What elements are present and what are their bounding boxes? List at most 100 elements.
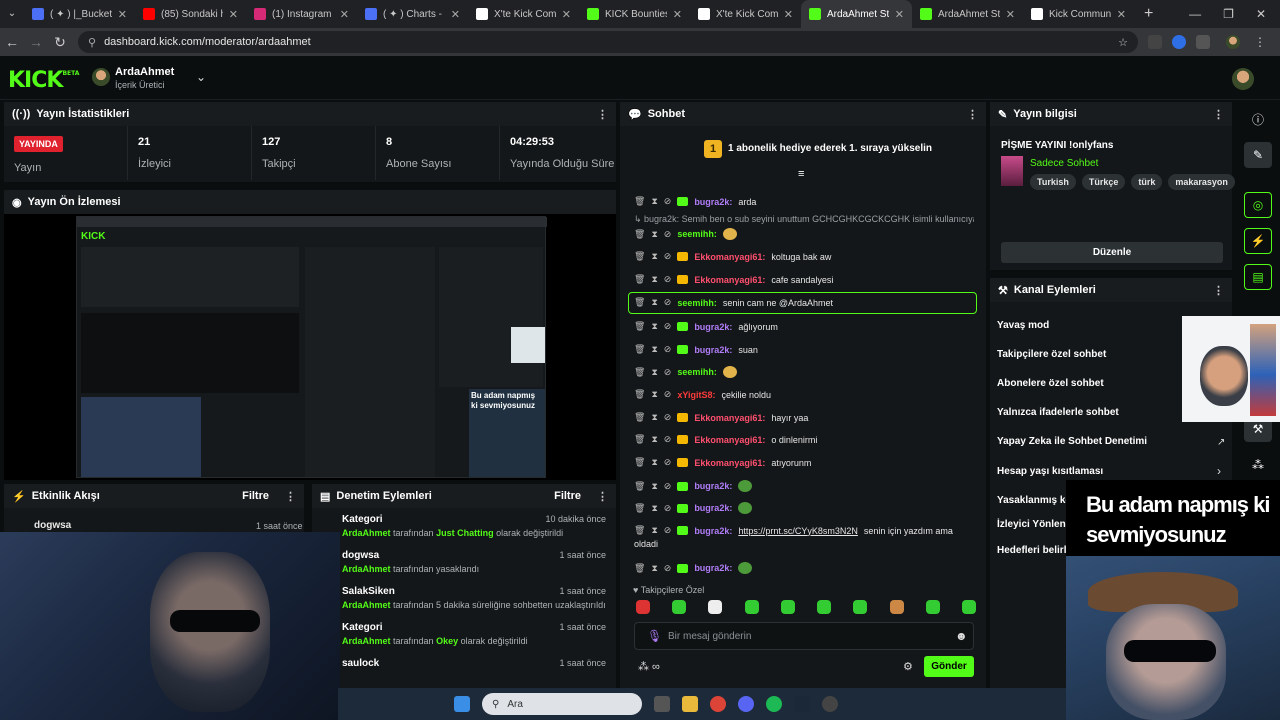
delete-message-icon[interactable]: 🗑 xyxy=(634,321,645,332)
chat-username[interactable]: bugra2k: xyxy=(694,503,732,513)
tag-chip[interactable]: türk xyxy=(1131,174,1163,190)
browser-menu-icon[interactable]: ⋮ xyxy=(1254,35,1266,49)
channel-action-item[interactable]: Hedefleri belirle xyxy=(997,545,1072,556)
user-avatar[interactable] xyxy=(1232,68,1254,90)
bookmark-star-icon[interactable]: ☆ xyxy=(1118,36,1128,49)
browser-tab[interactable]: ArdaAhmet Stream ✕ xyxy=(912,0,1023,28)
emote-button-icon[interactable] xyxy=(672,600,687,614)
timeout-icon[interactable]: ⧗ xyxy=(651,389,657,400)
tab-close-icon[interactable]: ✕ xyxy=(673,8,682,21)
timeout-icon[interactable]: ⧗ xyxy=(651,344,657,355)
tab-close-icon[interactable]: ✕ xyxy=(1006,8,1015,21)
timeout-icon[interactable]: ⧗ xyxy=(651,367,657,378)
channel-action-item[interactable]: Yalnızca ifadelerle sohbet xyxy=(997,407,1119,418)
tab-close-icon[interactable]: ✕ xyxy=(451,8,460,21)
chat-rail-icon[interactable]: ▤ xyxy=(1244,264,1272,290)
steam-icon[interactable] xyxy=(794,696,810,712)
ban-icon[interactable]: ⊘ xyxy=(664,481,672,492)
emote-button-icon[interactable] xyxy=(708,600,723,614)
timeout-icon[interactable]: ⧗ xyxy=(651,229,657,240)
tab-close-icon[interactable]: ✕ xyxy=(1117,8,1126,21)
file-explorer-icon[interactable] xyxy=(682,696,698,712)
tab-close-icon[interactable]: ✕ xyxy=(118,8,127,21)
delete-message-icon[interactable]: 🗑 xyxy=(634,196,645,207)
windows-start-icon[interactable] xyxy=(454,696,470,712)
more-options-icon[interactable]: ⋮ xyxy=(1213,108,1224,121)
extension-icon[interactable] xyxy=(1148,35,1162,49)
ban-icon[interactable]: ⊘ xyxy=(664,274,672,285)
ban-icon[interactable]: ⊘ xyxy=(664,563,672,574)
pinned-toggle-icon[interactable]: ≡ xyxy=(798,168,804,180)
browser-tab[interactable]: ( ✦ ) |_Buckethead ✕ xyxy=(24,0,135,28)
browser-tab[interactable]: ArdaAhmet Stream ✕ xyxy=(801,0,912,28)
delete-message-icon[interactable]: 🗑 xyxy=(634,503,645,514)
forward-icon[interactable]: → xyxy=(24,34,48,50)
edit-button[interactable]: Düzenle xyxy=(1001,242,1223,263)
browser-tab[interactable]: X'te Kick Commun ✕ xyxy=(468,0,579,28)
channel-action-item[interactable]: Yapay Zeka ile Sohbet Denetimi xyxy=(997,436,1147,447)
timeout-icon[interactable]: ⧗ xyxy=(651,274,657,285)
chat-tools-icon[interactable]: ⁂ ∞ xyxy=(638,660,660,673)
emote-button-icon[interactable] xyxy=(961,600,976,614)
browser-tab[interactable]: ( ✦ ) Charts - Rob ✕ xyxy=(357,0,468,28)
ban-icon[interactable]: ⊘ xyxy=(664,229,672,240)
timeout-icon[interactable]: ⧗ xyxy=(651,196,657,207)
delete-message-icon[interactable]: 🗑 xyxy=(634,367,645,378)
timeout-icon[interactable]: ⧗ xyxy=(651,457,657,468)
chat-username[interactable]: Ekkomanyagi61: xyxy=(694,275,765,285)
delete-message-icon[interactable]: 🗑 xyxy=(634,274,645,285)
tab-search-icon[interactable]: ⌄ xyxy=(0,0,24,28)
url-field[interactable]: ⚲ dashboard.kick.com/moderator/ardaahmet… xyxy=(78,31,1138,53)
tab-close-icon[interactable]: ✕ xyxy=(784,8,793,21)
delete-message-icon[interactable]: 🗑 xyxy=(634,389,645,400)
ban-icon[interactable]: ⊘ xyxy=(664,196,672,207)
chat-username[interactable]: Ekkomanyagi61: xyxy=(694,413,765,423)
ban-icon[interactable]: ⊘ xyxy=(664,434,672,445)
new-tab-icon[interactable]: + xyxy=(1134,0,1163,28)
delete-message-icon[interactable]: 🗑 xyxy=(634,412,645,423)
channel-action-item[interactable]: Hesap yaşı kısıtlaması xyxy=(997,466,1103,477)
timeout-icon[interactable]: ⧗ xyxy=(651,412,657,423)
channel-action-item[interactable]: Yavaş mod xyxy=(997,320,1049,331)
emote-button-icon[interactable] xyxy=(889,600,904,614)
tab-close-icon[interactable]: ✕ xyxy=(340,8,349,21)
ban-icon[interactable]: ⊘ xyxy=(664,525,672,536)
timeout-icon[interactable]: ⧗ xyxy=(651,297,657,308)
preview-video[interactable]: KICK Bu adam napmış ki sevmiyosunuz xyxy=(76,216,547,478)
ban-icon[interactable]: ⊘ xyxy=(664,321,672,332)
edit-layout-icon[interactable]: ✎ xyxy=(1244,142,1272,168)
delete-message-icon[interactable]: 🗑 xyxy=(634,229,645,240)
chat-username[interactable]: bugra2k: xyxy=(694,322,732,332)
reload-icon[interactable]: ↻ xyxy=(48,34,72,51)
chat-username[interactable]: Ekkomanyagi61: xyxy=(694,458,765,468)
ban-icon[interactable]: ⊘ xyxy=(664,412,672,423)
more-options-icon[interactable]: ⋮ xyxy=(967,108,978,121)
timeout-icon[interactable]: ⧗ xyxy=(651,503,657,514)
kick-logo[interactable]: KICKBETA xyxy=(8,68,79,93)
timeout-icon[interactable]: ⧗ xyxy=(651,525,657,536)
chat-settings-icon[interactable]: ⚙ xyxy=(903,660,913,673)
modlog-actor[interactable]: ArdaAhmet xyxy=(342,528,391,538)
chrome-icon[interactable] xyxy=(710,696,726,712)
emote-button-icon[interactable] xyxy=(853,600,868,614)
tag-chip[interactable]: makarasyon xyxy=(1168,174,1235,190)
discord-icon[interactable] xyxy=(738,696,754,712)
chat-text[interactable]: https://prnt.sc/CYyK8sm3N2N xyxy=(738,526,858,536)
tab-close-icon[interactable]: ✕ xyxy=(895,8,904,21)
delete-message-icon[interactable]: 🗑 xyxy=(634,297,645,308)
emote-button-icon[interactable] xyxy=(925,600,940,614)
modlog-actor[interactable]: ArdaAhmet xyxy=(342,600,391,610)
timeout-icon[interactable]: ⧗ xyxy=(651,481,657,492)
chat-username[interactable]: xYigitS8: xyxy=(677,390,715,400)
site-info-icon[interactable]: ⚲ xyxy=(88,36,96,49)
chat-username[interactable]: seemihh: xyxy=(677,367,717,377)
restore-icon[interactable]: ❐ xyxy=(1223,7,1234,21)
extensions-puzzle-icon[interactable] xyxy=(1196,35,1210,49)
chat-username[interactable]: bugra2k: xyxy=(694,526,732,536)
delete-message-icon[interactable]: 🗑 xyxy=(634,434,645,445)
emote-button-icon[interactable] xyxy=(636,600,650,614)
lightning-rail-icon[interactable]: ⚡ xyxy=(1244,228,1272,254)
browser-tab[interactable]: (1) Instagram ✕ xyxy=(246,0,357,28)
ban-icon[interactable]: ⊘ xyxy=(664,251,672,262)
tab-close-icon[interactable]: ✕ xyxy=(229,8,238,21)
